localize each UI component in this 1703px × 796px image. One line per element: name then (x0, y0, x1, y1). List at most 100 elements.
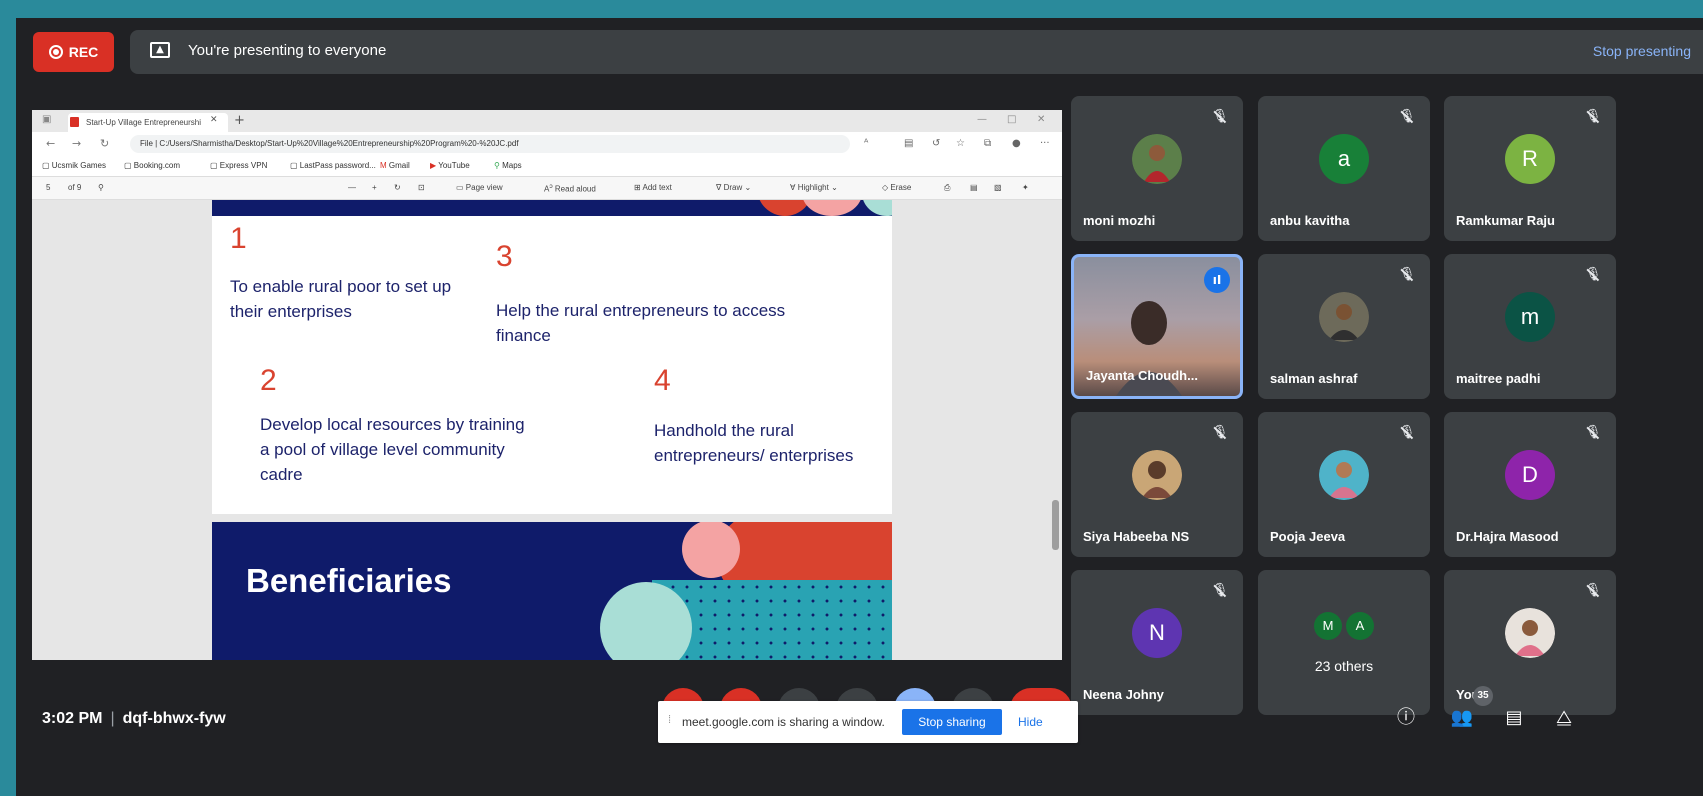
forward-icon[interactable]: → (72, 137, 81, 150)
drag-handle-icon[interactable]: ⁞ (668, 714, 671, 726)
zoom-out-icon[interactable]: — (348, 183, 356, 192)
bookmark-item[interactable]: ⚲ Maps (494, 161, 522, 170)
participant-tile[interactable]: 🎙 D Dr.Hajra Masood (1444, 412, 1616, 557)
reload-icon[interactable]: ↻ (100, 137, 109, 150)
speaking-indicator-icon: ıI (1204, 267, 1230, 293)
save-as-icon[interactable]: ▧ (994, 183, 1002, 192)
maximize-icon[interactable]: □ (1007, 114, 1016, 125)
record-icon (48, 45, 63, 59)
pdf-toolbar: 5 of 9 ⚲ — + ↻ ⊡ ▭ Page view Aↄ Read alo… (32, 177, 1062, 200)
mic-off-icon: 🎙 (1209, 106, 1231, 128)
close-window-icon[interactable]: ✕ (1037, 114, 1045, 125)
chat-icon[interactable]: ▤ (1500, 704, 1528, 732)
erase-button[interactable]: ◇ Erase (882, 183, 911, 192)
participant-tile[interactable]: 🎙 N Neena Johny (1071, 570, 1243, 715)
others-tile[interactable]: M A 23 others (1258, 570, 1430, 715)
fit-page-icon[interactable]: ⊡ (418, 183, 425, 192)
mic-off-icon: 🎙 (1582, 580, 1604, 602)
highlight-button[interactable]: ∀ Highlight ⌄ (790, 183, 838, 192)
avatar (1319, 291, 1369, 342)
print-icon[interactable]: ⎙ (944, 183, 950, 193)
bookmark-item[interactable]: ▢ Booking.com (124, 161, 180, 170)
minimize-icon[interactable]: — (977, 114, 987, 125)
tab-close-icon[interactable]: ✕ (210, 115, 218, 125)
mic-off-icon: 🎙 (1209, 580, 1231, 602)
profile-icon[interactable]: ● (1012, 138, 1021, 149)
objective-text: Develop local resources by training a po… (260, 415, 525, 484)
back-icon[interactable]: ← (46, 137, 55, 150)
url-field[interactable]: File | C:/Users/Sharmistha/Desktop/Start… (130, 135, 850, 153)
sharing-notification: ⁞ meet.google.com is sharing a window. S… (658, 701, 1078, 743)
participant-name: moni mozhi (1083, 213, 1156, 228)
favorites-icon[interactable]: ☆ (956, 138, 965, 149)
mic-off-icon: 🎙 (1582, 422, 1604, 444)
avatar: m (1505, 291, 1555, 342)
mic-off-icon: 🎙 (1396, 264, 1418, 286)
participant-name: Dr.Hajra Masood (1456, 529, 1559, 544)
find-icon[interactable]: ⚲ (98, 183, 104, 192)
tab-actions-icon[interactable]: ▣ (42, 114, 51, 125)
participant-name: Ramkumar Raju (1456, 213, 1555, 228)
add-text-button[interactable]: ⊞ Add text (634, 183, 672, 192)
new-tab-icon[interactable]: + (234, 113, 245, 128)
slide-heading: Beneficiaries (246, 562, 452, 599)
participant-tile[interactable]: 🎙 Siya Habeeba NS (1071, 412, 1243, 557)
hide-button[interactable]: Hide (1018, 715, 1043, 729)
presenting-banner: ▲ You're presenting to everyone Stop pre… (130, 30, 1703, 74)
page-count: of 9 (68, 183, 82, 192)
stop-sharing-button[interactable]: Stop sharing (902, 709, 1002, 735)
bookmark-item[interactable]: ▢ Ucsmik Games (42, 161, 106, 170)
page-number-input[interactable]: 5 (46, 183, 50, 192)
participant-name: Jayanta Choudh... (1086, 368, 1198, 383)
meet-window: REC ▲ You're presenting to everyone Stop… (16, 18, 1703, 796)
pdf-document-area[interactable]: 1 To enable rural poor to set up their e… (32, 200, 1062, 660)
participant-name: Neena Johny (1083, 687, 1164, 702)
top-bar: REC ▲ You're presenting to everyone Stop… (16, 30, 1703, 74)
read-aloud-button[interactable]: Aↄ Read aloud (544, 183, 596, 194)
pdf-scrollbar[interactable] (1052, 500, 1059, 550)
page-view-button[interactable]: ▭ Page view (456, 183, 503, 192)
refresh-icon[interactable]: ↺ (932, 138, 940, 149)
participant-tile[interactable]: 🎙 R Ramkumar Raju (1444, 96, 1616, 241)
bookmark-item[interactable]: M Gmail (380, 161, 410, 170)
zoom-in-icon[interactable]: + (372, 183, 377, 192)
avatar: M (1314, 612, 1342, 640)
recording-button[interactable]: REC (33, 32, 114, 72)
activities-icon[interactable]: ⧋ (1550, 704, 1578, 732)
clock-time: 3:02 PM (42, 710, 103, 727)
rotate-icon[interactable]: ↻ (394, 183, 401, 192)
participant-tile[interactable]: 🎙 Pooja Jeeva (1258, 412, 1430, 557)
participant-count-badge: 35 (1473, 686, 1493, 706)
browser-tab-bar: ▣ Start-Up Village Entrepreneurshi ✕ + —… (32, 110, 1062, 132)
bookmark-item[interactable]: ▢ LastPass password... (290, 161, 376, 170)
participant-tile[interactable]: 🎙 a anbu kavitha (1258, 96, 1430, 241)
mic-off-icon: 🎙 (1396, 422, 1418, 444)
others-count: 23 others (1314, 658, 1374, 674)
participant-name: maitree padhi (1456, 371, 1541, 386)
stop-presenting-button[interactable]: Stop presenting (1593, 43, 1691, 59)
read-aloud-icon[interactable]: ᴬ (864, 138, 868, 149)
participant-name: anbu kavitha (1270, 213, 1350, 228)
objective-number: 4 (654, 364, 671, 397)
participant-tile[interactable]: 🎙 salman ashraf (1258, 254, 1430, 399)
draw-button[interactable]: ∇ Draw ⌄ (716, 183, 751, 192)
presenting-text: You're presenting to everyone (188, 42, 387, 59)
split-screen-icon[interactable]: ▤ (904, 138, 913, 149)
self-tile[interactable]: 🎙 You (1444, 570, 1616, 715)
bookmark-item[interactable]: ▢ Express VPN (210, 161, 267, 170)
browser-tab[interactable]: Start-Up Village Entrepreneurshi (68, 113, 228, 132)
pdf-page-objectives: 1 To enable rural poor to set up their e… (212, 200, 892, 514)
bookmark-item[interactable]: ▶ YouTube (430, 161, 470, 170)
avatar (1505, 607, 1555, 658)
pin-toolbar-icon[interactable]: ✦ (1022, 183, 1029, 192)
collections-icon[interactable]: ⧉ (984, 138, 991, 149)
participant-tile-active-speaker[interactable]: ıI Jayanta Choudh... (1071, 254, 1243, 399)
mic-off-icon: 🎙 (1396, 106, 1418, 128)
pdf-page-beneficiaries: Beneficiaries (212, 522, 892, 660)
participant-tile[interactable]: 🎙 moni mozhi (1071, 96, 1243, 241)
save-icon[interactable]: ▤ (970, 183, 978, 192)
people-icon[interactable]: 👥 (1448, 704, 1476, 732)
meeting-details-icon[interactable]: ⓘ (1392, 704, 1420, 732)
more-icon[interactable]: ··· (1040, 138, 1050, 149)
participant-tile[interactable]: 🎙 m maitree padhi (1444, 254, 1616, 399)
